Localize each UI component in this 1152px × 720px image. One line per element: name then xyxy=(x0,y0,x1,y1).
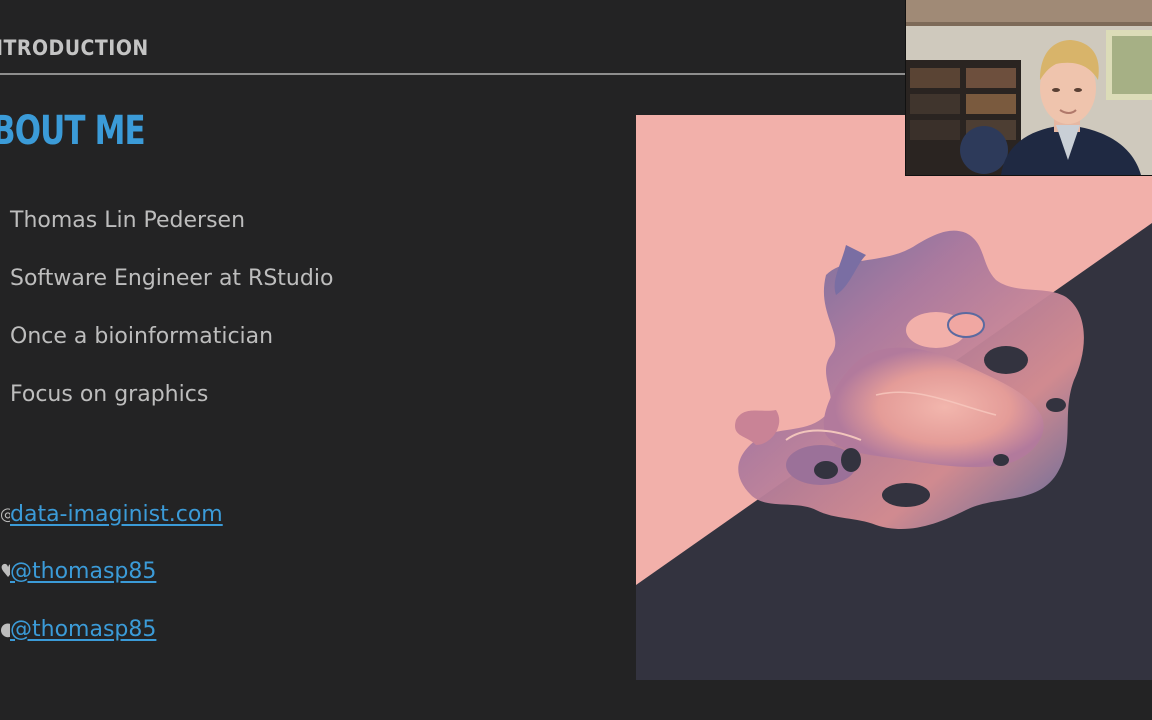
bullet-name: Thomas Lin Pedersen xyxy=(10,208,246,233)
github-icon: ● xyxy=(0,618,10,640)
github-link[interactable]: @thomasp85 xyxy=(10,617,156,642)
bullet-background: Once a bioinformatician xyxy=(10,324,274,349)
website-link-row[interactable]: ◎ data-imaginist.com xyxy=(0,499,223,529)
bullet-focus: Focus on graphics xyxy=(10,382,209,407)
header-divider xyxy=(0,73,906,75)
website-link[interactable]: data-imaginist.com xyxy=(10,502,223,527)
webcam-video xyxy=(906,0,1152,175)
bullet-job: Software Engineer at RStudio xyxy=(10,266,334,291)
slide-title: BOUT ME xyxy=(0,108,146,154)
globe-icon: ◎ xyxy=(0,503,10,525)
section-header: ITRODUCTION xyxy=(0,36,149,60)
github-link-row[interactable]: ● @thomasp85 xyxy=(0,614,156,644)
twitter-link-row[interactable]: ♥ @thomasp85 xyxy=(0,556,156,586)
twitter-icon: ♥ xyxy=(0,560,10,582)
presentation-slide: ITRODUCTION BOUT ME Thomas Lin Pedersen … xyxy=(0,0,1152,720)
twitter-link[interactable]: @thomasp85 xyxy=(10,559,156,584)
generative-artwork xyxy=(636,115,1152,680)
